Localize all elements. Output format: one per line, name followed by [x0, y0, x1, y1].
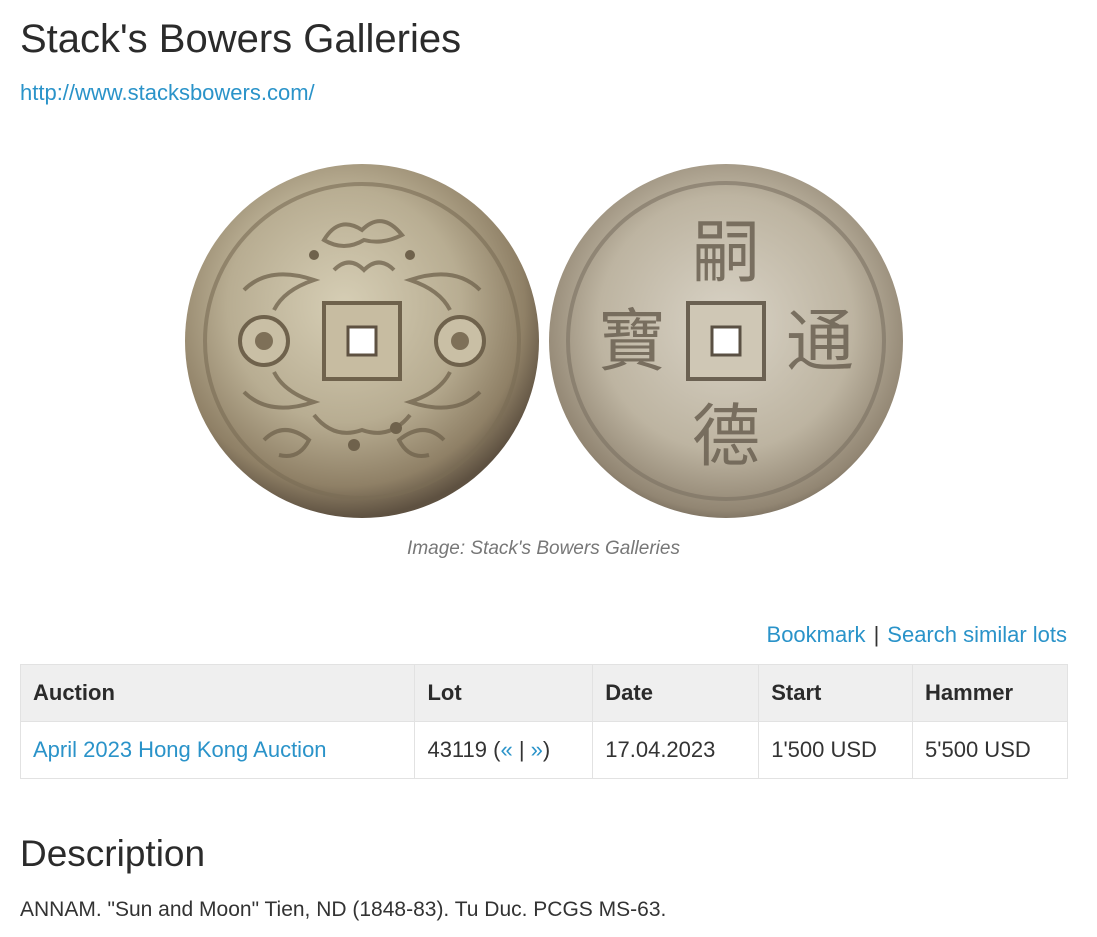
table-row: April 2023 Hong Kong Auction 43119 (« | … — [19, 721, 1068, 779]
description-heading: Description — [20, 833, 206, 874]
auction-cell: April 2023 Hong Kong Auction — [19, 721, 416, 779]
coin-glyph: 通 — [786, 303, 854, 382]
lot-actions: Bookmark | Search similar lots — [767, 620, 1067, 650]
next-lot-link[interactable]: » — [531, 737, 543, 762]
lot-close-paren: ) — [542, 737, 551, 762]
auction-link[interactable]: April 2023 Hong Kong Auction — [33, 737, 327, 762]
lot-nav-separator: | — [512, 737, 531, 762]
image-caption: Image: Stack's Bowers Galleries — [407, 538, 680, 559]
date-cell: 17.04.2023 — [592, 721, 760, 779]
column-header-start: Start — [758, 664, 914, 722]
page: Stack's Bowers Galleries http://www.stac… — [0, 0, 1097, 937]
column-header-hammer: Hammer — [912, 664, 1068, 722]
column-header-date: Date — [592, 664, 760, 722]
bookmark-link[interactable]: Bookmark — [767, 622, 866, 647]
column-header-lot: Lot — [414, 664, 594, 722]
lot-number: 43119 — [427, 737, 487, 762]
actions-separator: | — [873, 622, 880, 647]
previous-lot-link[interactable]: « — [500, 737, 512, 762]
lot-table: Auction Lot Date Start Hammer April 2023… — [19, 664, 1068, 779]
coin-obverse — [185, 164, 539, 518]
coin-glyph: 嗣 — [692, 214, 760, 293]
coin-glyph: 寶 — [598, 303, 666, 382]
lot-cell: 43119 (« | ») — [414, 721, 594, 779]
column-header-auction: Auction — [19, 664, 416, 722]
page-title: Stack's Bowers Galleries — [20, 17, 462, 61]
description-text: ANNAM. "Sun and Moon" Tien, ND (1848-83)… — [20, 898, 667, 921]
hammer-price-cell: 5'500 USD — [912, 721, 1068, 779]
start-price-cell: 1'500 USD — [758, 721, 914, 779]
coin-glyph: 德 — [692, 398, 760, 477]
lot-open-paren: ( — [487, 737, 501, 762]
table-header-row: Auction Lot Date Start Hammer — [19, 664, 1068, 722]
coin-reverse: 嗣 通 德 寶 — [549, 164, 903, 518]
coin-image[interactable]: 嗣 通 德 寶 — [184, 160, 904, 522]
search-similar-lots-link[interactable]: Search similar lots — [887, 622, 1067, 647]
auction-house-url-link[interactable]: http://www.stacksbowers.com/ — [20, 79, 315, 107]
